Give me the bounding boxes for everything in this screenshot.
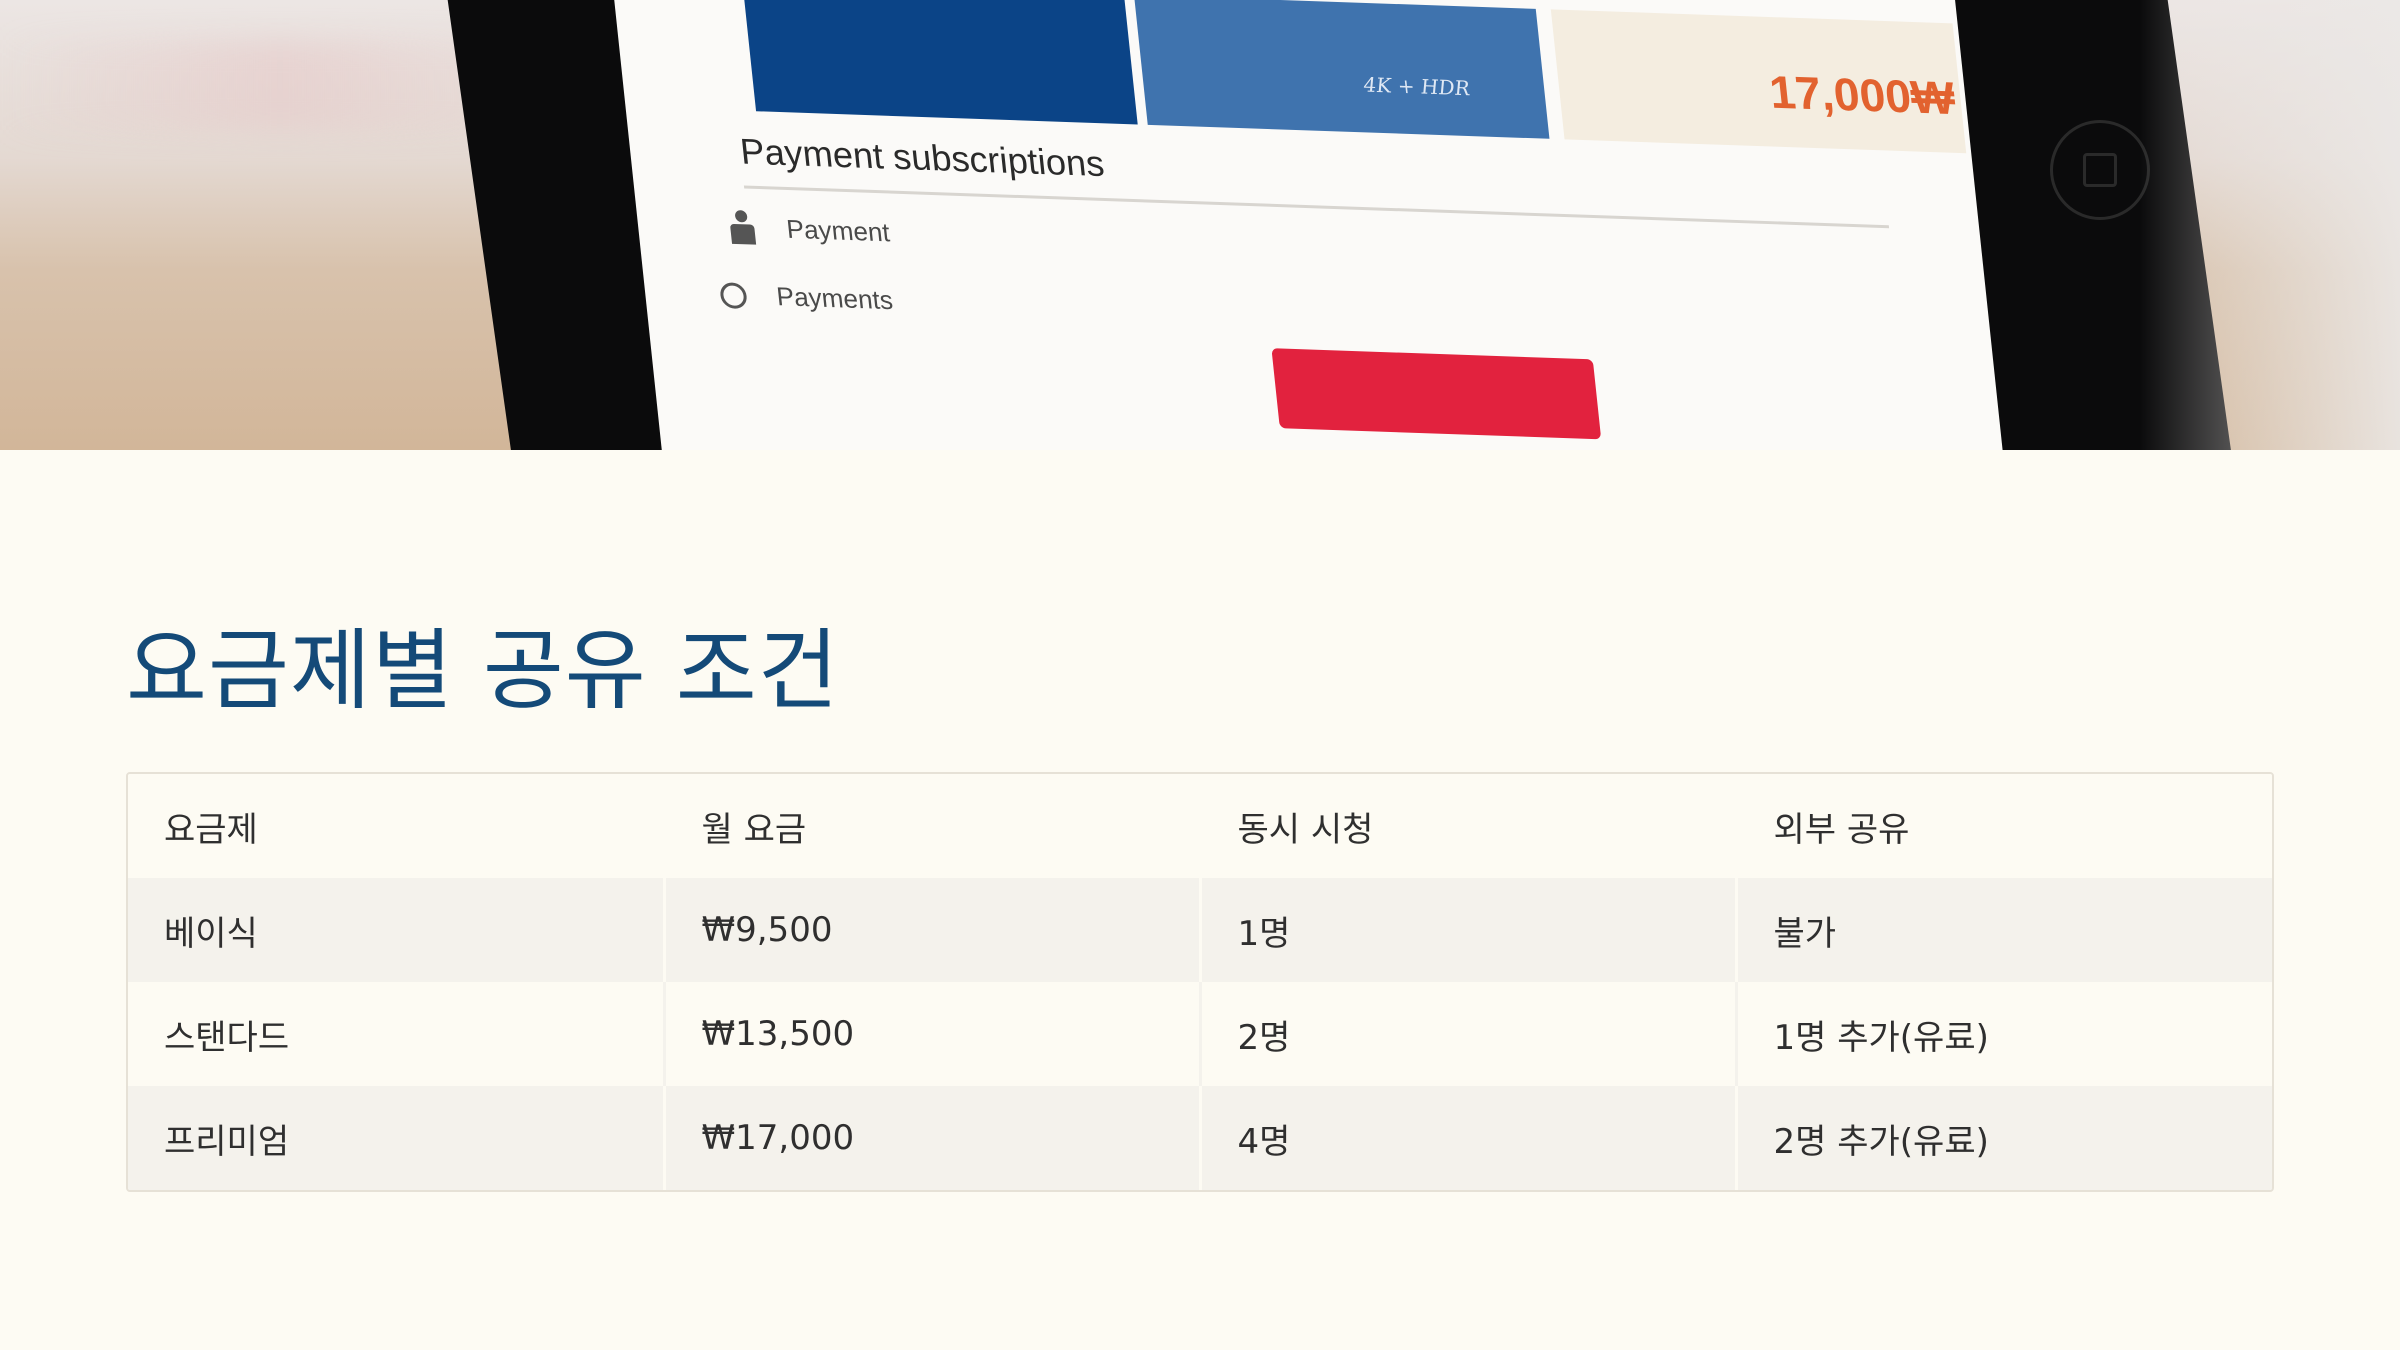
hero-image: 4K + HDR 17,000₩ Payment subscriptions P… bbox=[0, 0, 2400, 450]
background-blur bbox=[2140, 0, 2400, 450]
screen-row-payment: Payment bbox=[726, 210, 891, 250]
tablet-screen: 4K + HDR 17,000₩ Payment subscriptions P… bbox=[605, 0, 2015, 450]
table-cell: 1명 추가(유료) bbox=[1734, 982, 2272, 1086]
screen-heading: Payment subscriptions bbox=[738, 130, 1107, 185]
screen-divider bbox=[743, 185, 1890, 229]
plans-table: 요금제 월 요금 동시 시청 외부 공유 베이식 ₩9,500 1명 불가 스탠… bbox=[126, 772, 2274, 1192]
column-header-external-sharing: 외부 공유 bbox=[1734, 774, 2272, 878]
radio-icon bbox=[719, 281, 748, 309]
table-header-row: 요금제 월 요금 동시 시청 외부 공유 bbox=[128, 774, 2272, 878]
column-header-monthly-fee: 월 요금 bbox=[662, 774, 1200, 878]
screen-row-payments: Payments bbox=[719, 279, 895, 316]
table-cell: ₩13,500 bbox=[662, 982, 1200, 1086]
table-cell: 프리미엄 bbox=[164, 1121, 290, 1162]
home-button-icon bbox=[2050, 120, 2150, 220]
table-cell: 4명 bbox=[1198, 1086, 1736, 1190]
plan-tile-standard: 4K + HDR bbox=[1134, 0, 1550, 139]
column-header-plan: 요금제 bbox=[164, 809, 258, 850]
table-cell: ₩9,500 bbox=[662, 878, 1200, 982]
table-cell: 2명 bbox=[1198, 982, 1736, 1086]
table-row: 베이식 ₩9,500 1명 불가 bbox=[128, 878, 2272, 982]
table-cell: 1명 bbox=[1198, 878, 1736, 982]
table-cell: 베이식 bbox=[164, 913, 258, 954]
table-cell: 불가 bbox=[1734, 878, 2272, 982]
tile-price: 17,000₩ bbox=[1766, 65, 1958, 125]
table-row: 프리미엄 ₩17,000 4명 2명 추가(유료) bbox=[128, 1086, 2272, 1190]
table-cell: 2명 추가(유료) bbox=[1734, 1086, 2272, 1190]
plans-table-grid: 요금제 월 요금 동시 시청 외부 공유 베이식 ₩9,500 1명 불가 스탠… bbox=[128, 774, 2272, 1190]
table-cell: ₩17,000 bbox=[662, 1086, 1200, 1190]
column-header-simultaneous-streams: 동시 시청 bbox=[1198, 774, 1736, 878]
person-icon bbox=[726, 210, 758, 245]
plan-tile-premium: 17,000₩ bbox=[1550, 9, 1967, 154]
screen-row-label: Payment bbox=[784, 213, 892, 247]
table-row: 스탠다드 ₩13,500 2명 1명 추가(유료) bbox=[128, 982, 2272, 1086]
screen-row-label: Payments bbox=[775, 281, 895, 316]
table-cell: 스탠다드 bbox=[164, 1017, 290, 1058]
page-title: 요금제별 공유 조건 bbox=[126, 619, 840, 722]
screen-red-button bbox=[1271, 348, 1602, 440]
plan-tile-basic bbox=[742, 0, 1138, 125]
tile-label: 4K + HDR bbox=[1362, 72, 1472, 101]
